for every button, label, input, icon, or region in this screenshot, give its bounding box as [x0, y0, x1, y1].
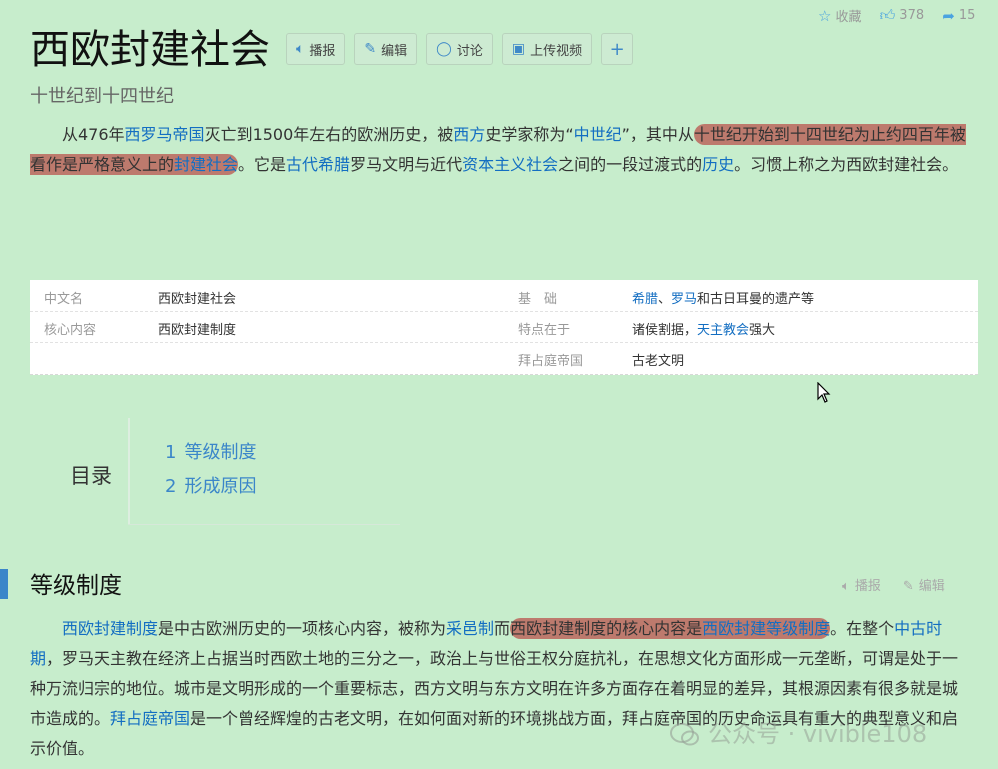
info-value: 希腊、罗马和古日耳曼的遗产等	[632, 288, 814, 307]
collect-label: 收藏	[835, 10, 862, 25]
discuss-button[interactable]: ◯ 讨论	[426, 33, 493, 65]
text: 。它是	[238, 155, 287, 174]
watermark-text: 公众号 · vivible108	[708, 720, 928, 748]
section-play-button[interactable]: 🔈︎ 播报	[842, 575, 881, 594]
divider	[128, 524, 400, 525]
wechat-logo-icon	[670, 722, 700, 748]
link-catholic-church[interactable]: 天主教会	[697, 323, 749, 338]
info-key: 基 础	[518, 292, 558, 307]
pencil-icon: ✎	[364, 41, 377, 57]
text: 罗马文明与近代	[350, 155, 463, 174]
info-value: 古老文明	[632, 354, 685, 369]
text: 是中古欧洲历史的一项核心内容，被称为	[158, 619, 447, 638]
link-byzantine-empire[interactable]: 拜占庭帝国	[110, 709, 190, 728]
thumbs-up-icon: 👍︎	[879, 6, 896, 24]
top-stats: ☆ 收藏 👍︎ 378 ➦ 15	[818, 6, 975, 25]
play-label: 播报	[309, 43, 336, 59]
text: 强大	[749, 323, 776, 338]
like-count: 378	[899, 8, 925, 23]
add-button[interactable]: +	[601, 33, 634, 65]
upload-video-button[interactable]: ▣ 上传视频	[501, 33, 593, 65]
info-box: 中文名 西欧封建社会 基 础 希腊、罗马和古日耳曼的遗产等 核心内容 西欧封建制…	[30, 280, 978, 375]
text: ”，其中从	[621, 125, 694, 144]
link-rome[interactable]: 罗马	[671, 292, 697, 307]
text: 而	[494, 619, 511, 638]
edit-label: 编辑	[381, 43, 408, 59]
table-of-contents: 目录 1 等级制度 2 形成原因	[30, 418, 400, 526]
link-feudal-hierarchy[interactable]: 西欧封建等级制度	[702, 619, 830, 638]
share-count: 15	[958, 8, 976, 23]
plus-icon: +	[609, 38, 625, 60]
highlight-annotation: 西欧封建制度的核心内容是西欧封建等级制度	[510, 618, 831, 639]
intro-paragraph: 从476年西罗马帝国灭亡到1500年左右的欧洲历史，被西方史学家称为“中世纪”，…	[30, 120, 970, 180]
info-key: 核心内容	[44, 323, 97, 338]
toolbar: 🔈︎ 播报 ✎ 编辑 ◯ 讨论 ▣ 上传视频 +	[286, 33, 634, 65]
play-label: 播报	[854, 579, 881, 594]
text: 史学家称为“	[485, 125, 574, 144]
info-key: 中文名	[44, 292, 84, 307]
collect-button[interactable]: ☆ 收藏	[818, 6, 862, 26]
info-value: 西欧封建社会	[158, 292, 237, 307]
link-feudal-society[interactable]: 封建社会	[174, 155, 238, 174]
section-edit-button[interactable]: ✎ 编辑	[903, 575, 945, 594]
text: 灭亡到1500年左右的欧洲历史，被	[204, 125, 454, 144]
info-row: 拜占庭帝国 古老文明	[30, 342, 978, 373]
section-title: 等级制度	[30, 573, 122, 599]
link-capitalist-society[interactable]: 资本主义社会	[462, 155, 558, 174]
speaker-icon: 🔈︎	[296, 41, 305, 57]
section-tools: 🔈︎ 播报 ✎ 编辑	[842, 575, 945, 594]
upload-label: 上传视频	[530, 43, 583, 59]
link-middle-ages[interactable]: 中世纪	[574, 125, 622, 144]
edit-label: 编辑	[918, 579, 945, 594]
info-value: 诸侯割据，天主教会强大	[632, 319, 775, 338]
link-western-roman-empire[interactable]: 西罗马帝国	[125, 125, 205, 144]
share-icon: ➦	[942, 6, 955, 25]
text: 。在整个	[830, 619, 895, 638]
highlighted-text: 西欧封建制度的核心内容是	[510, 619, 703, 638]
divider	[128, 418, 130, 524]
link-greece[interactable]: 希腊	[632, 292, 658, 307]
toc-title: 目录	[70, 464, 112, 488]
watermark: 公众号 · vivible108	[670, 714, 927, 749]
mouse-cursor-icon	[817, 381, 831, 408]
page-title: 西欧封建社会	[30, 27, 270, 73]
info-value: 西欧封建制度	[158, 323, 237, 338]
text: 诸侯割据，	[632, 323, 698, 338]
play-button[interactable]: 🔈︎ 播报	[286, 33, 346, 65]
toc-item-1[interactable]: 1 等级制度	[165, 438, 256, 464]
page-subtitle: 十世纪到十四世纪	[30, 86, 174, 107]
toc-label: 形成原因	[184, 476, 257, 497]
toc-number: 2	[165, 476, 177, 497]
like-button[interactable]: 👍︎ 378	[880, 6, 925, 25]
link-western-feudal-system[interactable]: 西欧封建制度	[62, 619, 158, 638]
share-button[interactable]: ➦ 15	[942, 7, 975, 25]
discuss-label: 讨论	[456, 43, 483, 59]
star-icon: ☆	[818, 6, 832, 25]
info-row: 核心内容 西欧封建制度 特点在于 诸侯割据，天主教会强大	[30, 311, 978, 343]
link-ancient-greece[interactable]: 古代希腊	[286, 155, 350, 174]
info-key: 特点在于	[518, 323, 571, 338]
link-west[interactable]: 西方	[453, 125, 485, 144]
info-row: 中文名 西欧封建社会 基 础 希腊、罗马和古日耳曼的遗产等	[30, 280, 978, 312]
toc-label: 等级制度	[184, 442, 257, 463]
text: 、	[658, 292, 672, 307]
info-key: 拜占庭帝国	[518, 354, 584, 369]
chat-bubble-icon: ◯	[436, 41, 452, 57]
speaker-icon: 🔈︎	[842, 579, 850, 594]
pencil-icon: ✎	[902, 579, 914, 594]
link-fief-system[interactable]: 采邑制	[446, 619, 494, 638]
text: 之间的一段过渡式的	[558, 155, 703, 174]
toc-item-2[interactable]: 2 形成原因	[165, 472, 256, 498]
text: 从476年	[62, 125, 125, 144]
toc-number: 1	[165, 442, 177, 463]
link-history[interactable]: 历史	[702, 155, 734, 174]
section-accent-bar	[0, 569, 8, 599]
edit-button[interactable]: ✎ 编辑	[354, 33, 418, 65]
text: 和古日耳曼的遗产等	[697, 292, 815, 307]
text: 。习惯上称之为西欧封建社会。	[734, 155, 959, 174]
video-camera-icon: ▣	[511, 41, 526, 57]
